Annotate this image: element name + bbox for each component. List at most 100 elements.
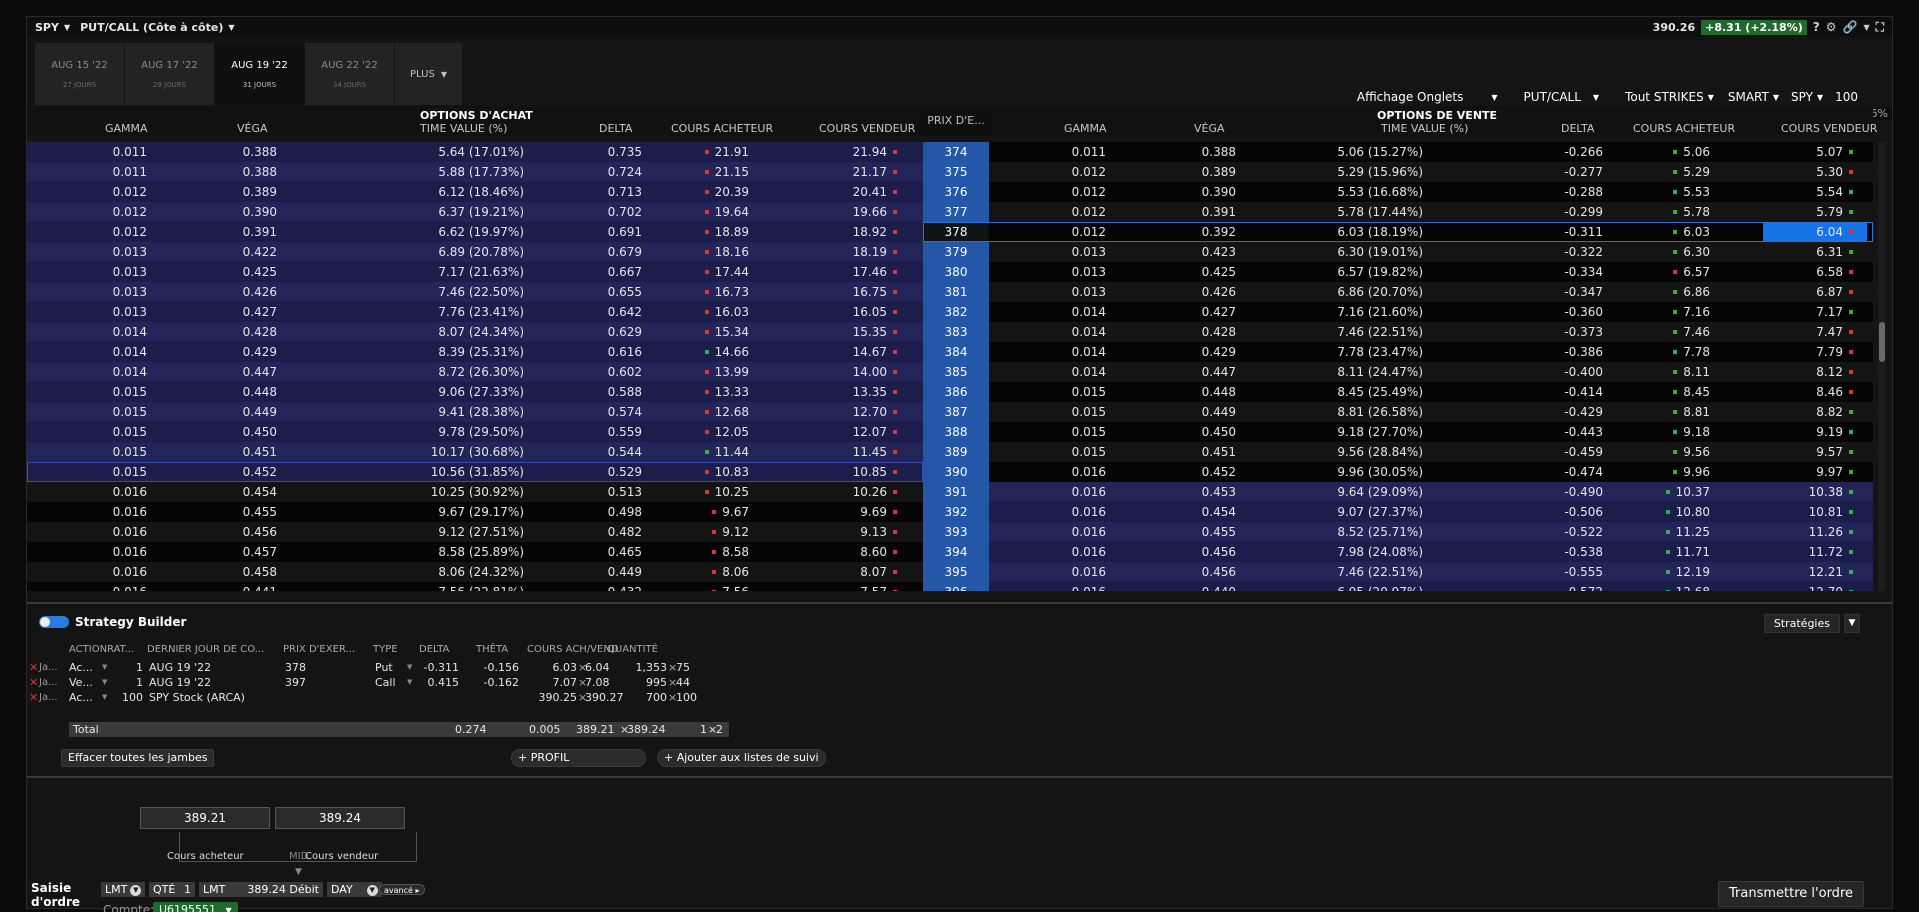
- put-ask-cell[interactable]: 9.19: [1763, 422, 1853, 442]
- put-bid-cell[interactable]: 8.45: [1620, 382, 1710, 402]
- strike-cell[interactable]: 378: [923, 222, 989, 242]
- put-bid-cell[interactable]: 6.03: [1620, 222, 1710, 242]
- call-ask-cell[interactable]: 20.41: [807, 182, 897, 202]
- call-bid-cell[interactable]: 16.73: [659, 282, 749, 302]
- symbol-label[interactable]: SPY: [35, 21, 59, 34]
- call-bid-cell[interactable]: 20.39: [659, 182, 749, 202]
- leg-expiry[interactable]: AUG 19 '22: [149, 660, 211, 675]
- put-ask-cell[interactable]: 5.79: [1763, 202, 1853, 222]
- call-bid-cell[interactable]: 21.15: [659, 162, 749, 182]
- put-ask-cell[interactable]: 8.12: [1763, 362, 1853, 382]
- strike-header[interactable]: PRIX D'E...: [923, 106, 989, 136]
- call-bid-cell[interactable]: 8.58: [659, 542, 749, 562]
- call-ask-cell[interactable]: 15.35: [807, 322, 897, 342]
- clear-legs-button[interactable]: Effacer toutes les jambes: [61, 749, 215, 767]
- underlying-dropdown[interactable]: SPY ▼: [1791, 90, 1823, 104]
- put-ask-cell[interactable]: 8.82: [1763, 402, 1853, 422]
- strike-cell[interactable]: 396: [923, 582, 989, 591]
- profile-button[interactable]: + PROFIL: [511, 749, 646, 767]
- put-vega-header[interactable]: VÉGA: [1194, 122, 1225, 135]
- leg-header[interactable]: COURS ACH/VEND: [527, 644, 619, 655]
- put-gamma-header[interactable]: GAMMA: [1064, 122, 1107, 135]
- call-ask-header[interactable]: COURS VENDEUR: [819, 122, 915, 135]
- ask-price-box[interactable]: 389.24: [275, 807, 405, 829]
- gear-icon[interactable]: ⚙: [1826, 20, 1837, 34]
- table-row[interactable]: 0.016 0.456 9.12 (27.51%) 0.482 9.12 9.13 393 0…: [27, 522, 1873, 542]
- call-bid-cell[interactable]: 8.06: [659, 562, 749, 582]
- table-row[interactable]: 0.015 0.452 10.56 (31.85%) 0.529 10.83 10.85 3…: [27, 462, 1873, 482]
- put-ask-cell[interactable]: 6.31: [1763, 242, 1853, 262]
- leg-header[interactable]: DELTA: [419, 644, 449, 655]
- table-row[interactable]: 0.012 0.391 6.62 (19.97%) 0.691 18.89 18.92 37…: [27, 222, 1873, 242]
- call-ask-cell[interactable]: 12.07: [807, 422, 897, 442]
- call-ask-cell[interactable]: 9.13: [807, 522, 897, 542]
- put-bid-cell[interactable]: 11.25: [1620, 522, 1710, 542]
- put-ask-cell[interactable]: 11.26: [1763, 522, 1853, 542]
- strike-cell[interactable]: 393: [923, 522, 989, 542]
- call-ask-cell[interactable]: 21.94: [807, 142, 897, 162]
- put-ask-cell[interactable]: 10.38: [1763, 482, 1853, 502]
- call-bid-cell[interactable]: 19.64: [659, 202, 749, 222]
- put-ask-cell[interactable]: 6.87: [1763, 282, 1853, 302]
- transmit-order-button[interactable]: Transmettre l'ordre: [1718, 881, 1864, 907]
- expiration-tab[interactable]: AUG 17 '22 29 JOURS: [125, 43, 215, 105]
- leg-header[interactable]: TYPE: [373, 644, 398, 655]
- call-bid-cell[interactable]: 18.16: [659, 242, 749, 262]
- put-ask-cell[interactable]: 6.04: [1763, 222, 1867, 242]
- strike-cell[interactable]: 384: [923, 342, 989, 362]
- expand-icon[interactable]: ⛶: [1876, 20, 1884, 35]
- put-bid-cell[interactable]: 9.56: [1620, 442, 1710, 462]
- call-ask-cell[interactable]: 8.07: [807, 562, 897, 582]
- leg-ratio[interactable]: 100: [107, 690, 143, 705]
- call-bid-cell[interactable]: 13.99: [659, 362, 749, 382]
- table-row[interactable]: 0.015 0.449 9.41 (28.38%) 0.574 12.68 12.70 38…: [27, 402, 1873, 422]
- call-ask-cell[interactable]: 13.35: [807, 382, 897, 402]
- leg-row[interactable]: ✕ Ja... Ac... ▼ 1 AUG 19 '22 378 Put ▼ -0.311 -0.1…: [27, 660, 747, 675]
- put-ask-cell[interactable]: 7.79: [1763, 342, 1853, 362]
- put-bid-cell[interactable]: 10.80: [1620, 502, 1710, 522]
- put-bid-cell[interactable]: 8.11: [1620, 362, 1710, 382]
- leg-action[interactable]: Ve...: [69, 675, 93, 690]
- put-ask-cell[interactable]: 8.46: [1763, 382, 1853, 402]
- time-in-force-select[interactable]: DAY ▼: [327, 882, 382, 897]
- chevron-down-icon[interactable]: ▼: [64, 23, 70, 32]
- call-bid-cell[interactable]: 9.67: [659, 502, 749, 522]
- strategy-builder-toggle[interactable]: [39, 616, 69, 628]
- put-ask-cell[interactable]: 10.81: [1763, 502, 1853, 522]
- scrollbar-thumb[interactable]: [1879, 322, 1885, 362]
- table-row[interactable]: 0.011 0.388 5.64 (17.01%) 0.735 21.91 21.94 37…: [27, 142, 1873, 162]
- call-bid-cell[interactable]: 12.68: [659, 402, 749, 422]
- put-ask-cell[interactable]: 5.07: [1763, 142, 1853, 162]
- call-bid-cell[interactable]: 16.03: [659, 302, 749, 322]
- strike-cell[interactable]: 383: [923, 322, 989, 342]
- strike-cell[interactable]: 390: [923, 462, 989, 482]
- table-row[interactable]: 0.012 0.389 6.12 (18.46%) 0.713 20.39 20.41 37…: [27, 182, 1873, 202]
- strike-cell[interactable]: 385: [923, 362, 989, 382]
- put-bid-cell[interactable]: 5.78: [1620, 202, 1710, 222]
- put-bid-cell[interactable]: 5.06: [1620, 142, 1710, 162]
- strike-cell[interactable]: 376: [923, 182, 989, 202]
- tab-view-dropdown[interactable]: Affichage Onglets ▼: [1357, 90, 1498, 104]
- limit-price-input[interactable]: LMT 389.24 Débit: [199, 882, 323, 897]
- strike-cell[interactable]: 394: [923, 542, 989, 562]
- remove-leg-icon[interactable]: ✕: [29, 660, 38, 675]
- put-delta-header[interactable]: DELTA: [1561, 122, 1594, 135]
- bid-price-box[interactable]: 389.21: [140, 807, 270, 829]
- table-row[interactable]: 0.016 0.458 8.06 (24.32%) 0.449 8.06 8.07 395 0…: [27, 562, 1873, 582]
- leg-ratio[interactable]: 1: [107, 660, 143, 675]
- table-row[interactable]: 0.015 0.450 9.78 (29.50%) 0.559 12.05 12.07 38…: [27, 422, 1873, 442]
- leg-action[interactable]: Ac...: [69, 660, 93, 675]
- link-icon[interactable]: 🔗: [1842, 20, 1857, 34]
- leg-header[interactable]: PRIX D'EXER...: [283, 644, 355, 655]
- strike-cell[interactable]: 380: [923, 262, 989, 282]
- exchange-dropdown[interactable]: SMART ▼: [1728, 90, 1779, 104]
- leg-ratio[interactable]: 1: [107, 675, 143, 690]
- strike-cell[interactable]: 387: [923, 402, 989, 422]
- add-watchlist-button[interactable]: + Ajouter aux listes de suivi: [657, 749, 826, 767]
- expiration-tab[interactable]: AUG 19 '22 31 JOURS: [215, 43, 305, 105]
- table-row[interactable]: 0.013 0.422 6.89 (20.78%) 0.679 18.16 18.19 37…: [27, 242, 1873, 262]
- put-bid-cell[interactable]: 7.46: [1620, 322, 1710, 342]
- call-delta-header[interactable]: DELTA: [599, 122, 632, 135]
- call-gamma-header[interactable]: GAMMA: [105, 122, 148, 135]
- put-ask-cell[interactable]: 9.57: [1763, 442, 1853, 462]
